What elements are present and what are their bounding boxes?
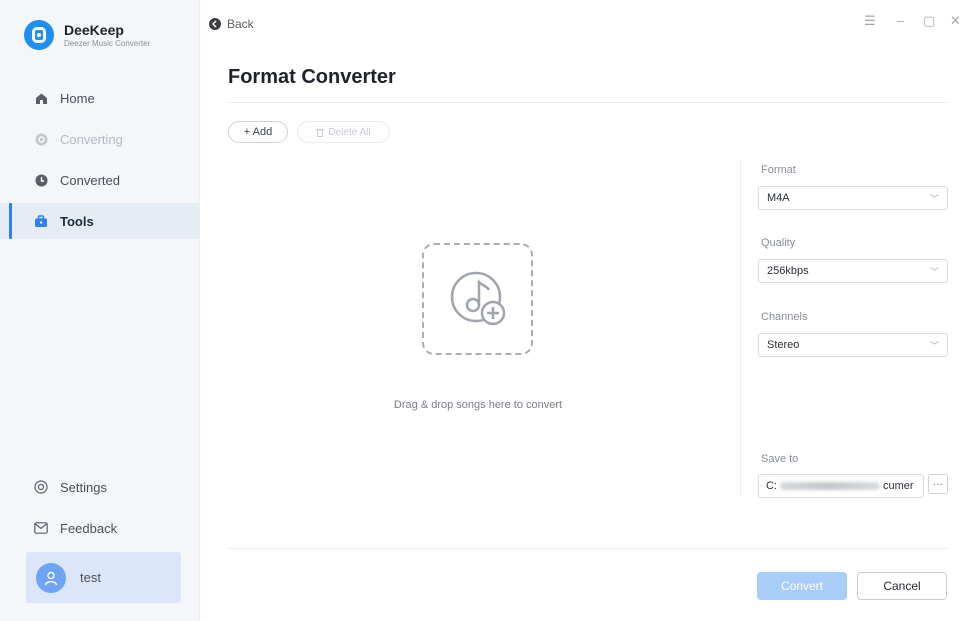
add-button[interactable]: + Add — [228, 121, 288, 143]
channels-select[interactable]: Stereo ﹀ — [758, 333, 948, 357]
save-path-end: cumer — [883, 480, 914, 492]
quality-value: 256kbps — [767, 265, 809, 277]
chevron-down-icon: ﹀ — [929, 267, 939, 277]
divider — [228, 102, 948, 103]
maximize-icon[interactable]: ▢ — [923, 13, 935, 29]
divider — [228, 548, 948, 549]
back-label: Back — [227, 17, 254, 31]
back-arrow-icon — [209, 18, 221, 30]
panel-divider — [740, 160, 741, 496]
menu-icon[interactable]: ☰ — [864, 13, 876, 29]
converting-icon — [34, 132, 48, 146]
app-subtitle: Deezer Music Converter — [64, 38, 151, 48]
quality-select[interactable]: 256kbps ﹀ — [758, 259, 948, 283]
save-to-label: Save to — [761, 453, 799, 465]
avatar-icon — [36, 562, 66, 593]
user-card[interactable]: test — [26, 552, 181, 603]
toolbox-icon — [34, 214, 48, 228]
redacted-path — [780, 482, 880, 490]
delete-all-label: Delete All — [328, 126, 371, 138]
page-title: Format Converter — [228, 66, 396, 88]
sidebar-item-label: Home — [60, 90, 95, 106]
sidebar-item-tools[interactable]: Tools — [0, 203, 199, 239]
cancel-button[interactable]: Cancel — [857, 572, 947, 600]
quality-label: Quality — [761, 237, 796, 249]
sidebar: DeeKeep Deezer Music Converter Home Conv… — [0, 0, 200, 621]
format-label: Format — [761, 164, 796, 176]
brand: DeeKeep Deezer Music Converter — [24, 20, 150, 50]
minimize-icon[interactable]: – — [897, 13, 904, 28]
home-icon — [34, 91, 48, 105]
sidebar-item-label: Settings — [60, 479, 107, 495]
back-button[interactable]: Back — [209, 17, 254, 31]
settings-icon — [34, 480, 48, 494]
music-add-icon — [450, 271, 505, 326]
save-path-start: C: — [766, 480, 777, 492]
sidebar-item-label: Tools — [60, 213, 94, 229]
format-select[interactable]: M4A ﹀ — [758, 186, 948, 210]
clock-icon — [34, 173, 48, 187]
chevron-down-icon: ﹀ — [929, 194, 939, 204]
channels-value: Stereo — [767, 339, 800, 351]
sidebar-item-converting[interactable]: Converting — [0, 121, 199, 157]
app-logo-icon — [24, 20, 54, 50]
sidebar-item-settings[interactable]: Settings — [0, 469, 199, 505]
sidebar-item-converted[interactable]: Converted — [0, 162, 199, 198]
mail-icon — [34, 521, 48, 535]
close-icon[interactable]: ✕ — [950, 13, 961, 29]
drop-zone[interactable] — [422, 243, 533, 355]
delete-all-button[interactable]: Delete All — [297, 121, 390, 143]
browse-button[interactable]: ··· — [928, 474, 948, 494]
channels-label: Channels — [761, 311, 808, 323]
topbar: Back ☰ – ▢ ✕ — [200, 0, 971, 48]
format-value: M4A — [767, 192, 790, 204]
sidebar-item-feedback[interactable]: Feedback — [0, 510, 199, 546]
sidebar-item-label: Feedback — [60, 520, 118, 536]
sidebar-item-label: Converting — [60, 131, 123, 147]
trash-icon — [316, 128, 324, 137]
user-name: test — [80, 570, 101, 585]
convert-button[interactable]: Convert — [757, 572, 847, 600]
sidebar-item-label: Converted — [60, 172, 120, 188]
app-name: DeeKeep — [64, 21, 124, 38]
sidebar-item-home[interactable]: Home — [0, 80, 199, 116]
save-path-field[interactable]: C: cumer — [758, 474, 924, 498]
drop-hint: Drag & drop songs here to convert — [393, 399, 563, 411]
chevron-down-icon: ﹀ — [929, 341, 939, 351]
